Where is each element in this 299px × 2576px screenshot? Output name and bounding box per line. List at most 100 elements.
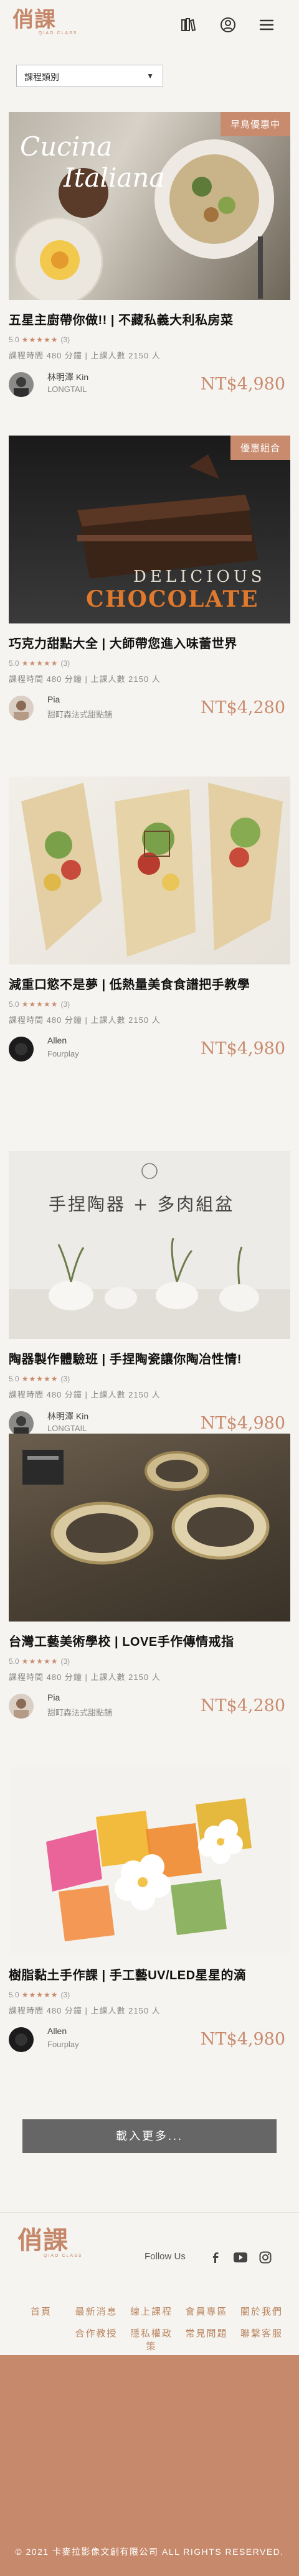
course-title[interactable]: 五星主廚帶你做!! | 不藏私義大利私房菜: [9, 310, 299, 328]
star-icons: ★★★★★: [21, 1000, 59, 1009]
rating-count: (3): [60, 1000, 70, 1009]
teacher-name: 林明澤 Kin: [47, 372, 89, 382]
course-card[interactable]: 減重口慾不是夢 | 低熱量美食食譜把手教學 5.0 ★★★★★ (3) 課程時間…: [9, 777, 290, 1063]
star-icons: ★★★★★: [21, 1374, 59, 1383]
course-title[interactable]: 減重口慾不是夢 | 低熱量美食食譜把手教學: [9, 974, 299, 992]
footer-link-faq[interactable]: 常見問題: [183, 2326, 230, 2353]
teacher-org: Fourplay: [47, 2040, 79, 2049]
footer-link-privacy[interactable]: 隱私權政策: [128, 2326, 175, 2353]
rating-count: (3): [60, 335, 70, 344]
avatar: [9, 1694, 34, 1719]
course-card[interactable]: 手捏陶器 + 多肉組盆 陶器製作體驗班 | 手捏陶瓷讓你陶冶性情! 5.0 ★★…: [9, 1151, 290, 1437]
footer-link-partners[interactable]: 合作教授: [73, 2326, 120, 2353]
avatar: [9, 696, 34, 721]
teacher-row: Pia 甜町森法式甜點舖 NT$4,280: [9, 693, 290, 722]
teacher-org: 甜町森法式甜點舖: [47, 1708, 113, 1717]
course-meta: 課程時間 480 分鐘 | 上課人數 2150 人: [9, 1673, 161, 1682]
teacher-name: Allen: [47, 1035, 67, 1045]
footer-links: 首頁 最新消息 線上課程 會員專區 關於我們 合作教授 隱私權政策 常見問題 聯…: [17, 2305, 285, 2361]
rating-score: 5.0: [9, 1657, 19, 1666]
course-title[interactable]: 台灣工藝美術學校 | LOVE手作傳情戒指: [9, 1631, 299, 1650]
teacher-row: Allen Fourplay NT$4,980: [9, 2025, 290, 2053]
footer-link-contact[interactable]: 聯繫客服: [238, 2326, 285, 2353]
course-image: DELICIOUS CHOCOLATE 優惠組合: [9, 436, 290, 623]
teacher-org: Fourplay: [47, 1049, 79, 1058]
footer-link-courses[interactable]: 線上課程: [128, 2305, 175, 2318]
course-price: NT$4,980: [200, 2030, 285, 2049]
teacher-name: Allen: [47, 2026, 67, 2036]
course-title[interactable]: 陶器製作體驗班 | 手捏陶瓷讓你陶冶性情!: [9, 1349, 299, 1367]
logo-text: 俏課: [12, 7, 56, 32]
promo-badge: 優惠組合: [230, 436, 290, 460]
course-image: [9, 1434, 290, 1622]
course-price: NT$4,980: [200, 1414, 285, 1433]
follow-us-label: Follow Us: [145, 2251, 186, 2262]
footer-logo-subtext: QIAO CLASS: [44, 2254, 83, 2258]
course-price: NT$4,980: [200, 375, 285, 394]
image-text: Italiana: [63, 162, 165, 193]
teacher-org: 甜町森法式甜點舖: [47, 710, 113, 719]
image-text: DELICIOUS: [133, 567, 266, 586]
logo-subtext: QIAO CLASS: [39, 31, 78, 35]
teacher-org: LONGTAIL: [47, 385, 87, 394]
teacher-row: 林明澤 Kin LONGTAIL NT$4,980: [9, 370, 290, 398]
footer-link-home[interactable]: 首頁: [17, 2305, 65, 2318]
footer-link-member[interactable]: 會員專區: [183, 2305, 230, 2318]
image-text: Cucina: [20, 131, 112, 162]
course-card[interactable]: Cucina Italiana 早鳥優惠中 五星主廚帶你做!! | 不藏私義大利…: [9, 112, 290, 398]
course-price: NT$4,280: [200, 1696, 285, 1715]
course-meta: 課程時間 480 分鐘 | 上課人數 2150 人: [9, 351, 161, 360]
rating-count: (3): [60, 1657, 70, 1666]
footer-link-about[interactable]: 關於我們: [238, 2305, 285, 2318]
teacher-row: Pia 甜町森法式甜點舖 NT$4,280: [9, 1691, 290, 1720]
avatar: [9, 2027, 34, 2052]
facebook-icon[interactable]: [208, 2250, 223, 2265]
rating-score: 5.0: [9, 1000, 19, 1009]
footer-link-empty: [17, 2326, 65, 2353]
books-icon[interactable]: [177, 14, 199, 36]
teacher-name: Pia: [47, 694, 60, 704]
teacher-name: Pia: [47, 1692, 60, 1702]
site-logo[interactable]: 俏課 QIAO CLASS: [12, 7, 77, 35]
rating-count: (3): [60, 659, 70, 668]
menu-icon[interactable]: [255, 14, 278, 36]
star-icons: ★★★★★: [21, 335, 59, 344]
instagram-icon[interactable]: [258, 2250, 273, 2265]
footer-logo[interactable]: 俏課 QIAO CLASS: [17, 2226, 82, 2258]
course-title[interactable]: 樹脂黏土手作課 | 手工藝UV/LED星星的滴: [9, 1965, 299, 1983]
course-card[interactable]: 樹脂黏土手作課 | 手工藝UV/LED星星的滴 5.0 ★★★★★ (3) 課程…: [9, 1767, 290, 2053]
rating-score: 5.0: [9, 1374, 19, 1383]
star-icons: ★★★★★: [21, 1657, 59, 1666]
course-image: 手捏陶器 + 多肉組盆: [9, 1151, 290, 1339]
course-rating: 5.0 ★★★★★ (3): [9, 1000, 290, 1009]
teacher-org: LONGTAIL: [47, 1424, 87, 1433]
course-card[interactable]: DELICIOUS CHOCOLATE 優惠組合 巧克力甜點大全 | 大師帶您進…: [9, 436, 290, 722]
course-rating: 5.0 ★★★★★ (3): [9, 1657, 290, 1666]
copyright-text: © 2021 卡麥拉影像文創有限公司 ALL RIGHTS RESERVED.: [15, 2547, 284, 2557]
course-meta: 課程時間 480 分鐘 | 上課人數 2150 人: [9, 2006, 161, 2015]
category-select[interactable]: 課程類別 ▼: [16, 65, 163, 87]
course-card[interactable]: 台灣工藝美術學校 | LOVE手作傳情戒指 5.0 ★★★★★ (3) 課程時間…: [9, 1434, 290, 1720]
star-icons: ★★★★★: [21, 659, 59, 668]
course-image: [9, 777, 290, 964]
footer-link-news[interactable]: 最新消息: [73, 2305, 120, 2318]
promo-badge: 早鳥優惠中: [220, 112, 290, 136]
course-rating: 5.0 ★★★★★ (3): [9, 1374, 290, 1383]
teacher-row: Allen Fourplay NT$4,980: [9, 1034, 290, 1063]
course-price: NT$4,980: [200, 1039, 285, 1058]
teacher-name: 林明澤 Kin: [47, 1411, 89, 1421]
avatar: [9, 1037, 34, 1062]
youtube-icon[interactable]: [233, 2250, 248, 2265]
user-icon[interactable]: [217, 14, 239, 36]
footer-logo-text: 俏課: [17, 2226, 69, 2255]
image-text: CHOCOLATE: [86, 586, 259, 612]
course-price: NT$4,280: [200, 698, 285, 717]
category-select-label: 課程類別: [24, 72, 59, 82]
course-rating: 5.0 ★★★★★ (3): [9, 335, 290, 344]
course-rating: 5.0 ★★★★★ (3): [9, 1990, 290, 1999]
course-title[interactable]: 巧克力甜點大全 | 大師帶您進入味蕾世界: [9, 633, 299, 651]
star-icons: ★★★★★: [21, 1990, 59, 1999]
course-image: Cucina Italiana 早鳥優惠中: [9, 112, 290, 300]
load-more-button[interactable]: 載入更多...: [22, 2119, 277, 2153]
site-header: 俏課 QIAO CLASS: [0, 0, 299, 50]
